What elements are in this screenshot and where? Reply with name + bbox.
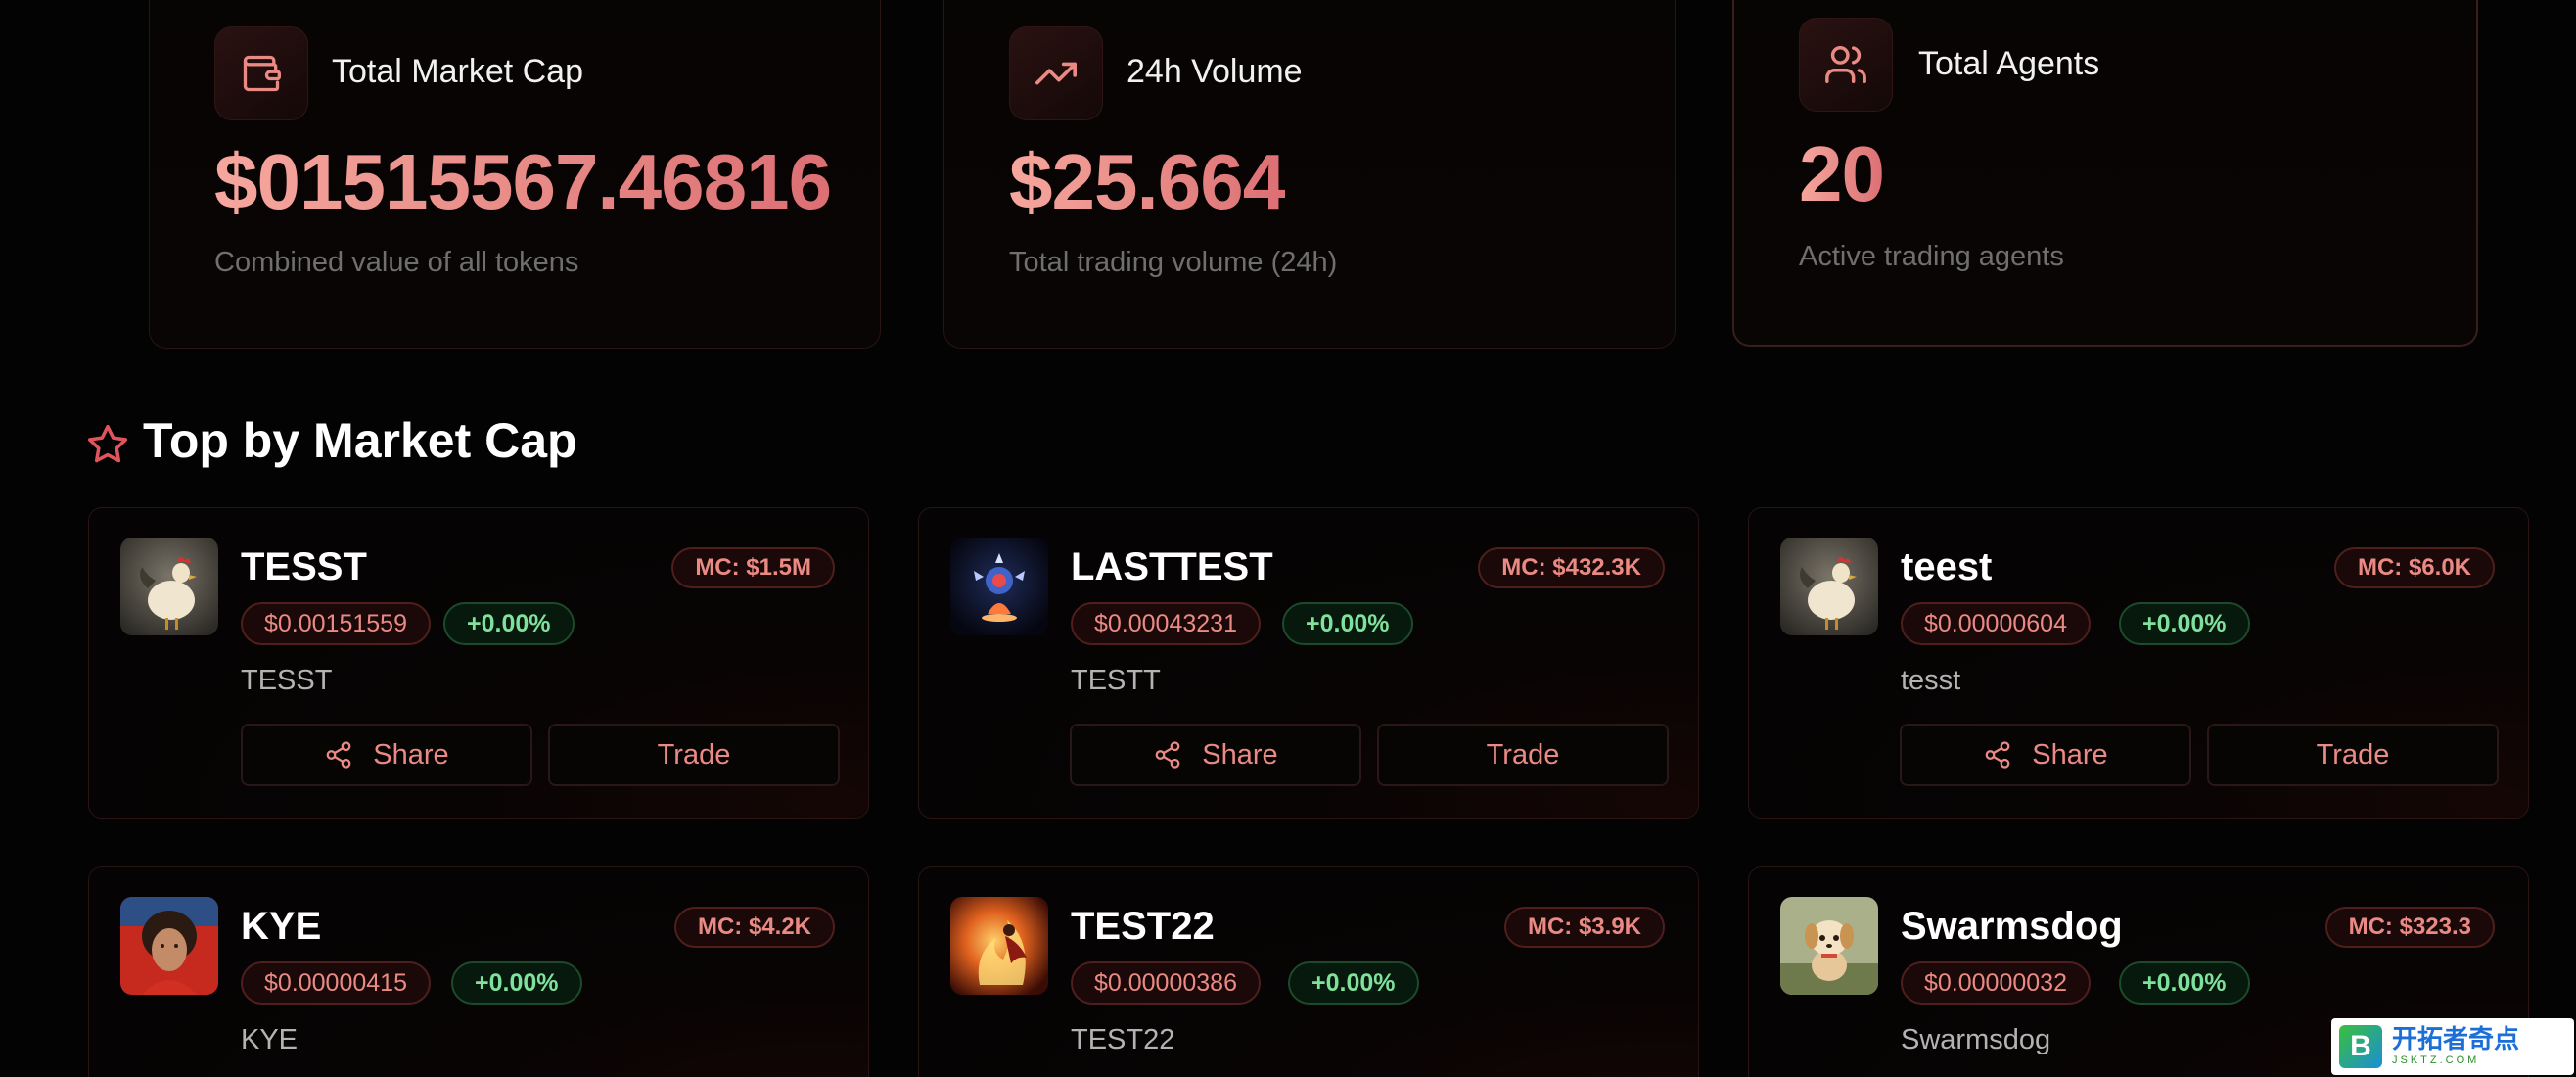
person-avatar <box>120 897 218 995</box>
share-label: Share <box>2032 738 2108 771</box>
token-name: KYE <box>241 905 322 948</box>
trade-label: Trade <box>2316 738 2390 771</box>
share-button[interactable]: Share <box>241 724 532 786</box>
token-name: TESST <box>241 545 367 588</box>
token-card[interactable]: LASTTEST MC: $432.3K $0.00043231 +0.00% … <box>918 507 1699 819</box>
change-badge: +0.00% <box>2119 602 2250 645</box>
users-icon <box>1825 46 1866 83</box>
token-card[interactable]: TEST22 MC: $3.9K $0.00000386 +0.00% TEST… <box>918 866 1699 1077</box>
rooster-avatar <box>1780 538 1878 635</box>
market-cap-badge: MC: $432.3K <box>1478 547 1665 588</box>
change-badge: +0.00% <box>443 602 575 645</box>
stat-card-agents: Total Agents 20 Active trading agents <box>1732 0 2478 347</box>
trade-button[interactable]: Trade <box>2207 724 2499 786</box>
price-badge: $0.00000386 <box>1071 961 1261 1005</box>
token-symbol: TESTT <box>1071 665 1161 696</box>
trade-button[interactable]: Trade <box>1377 724 1669 786</box>
change-badge: +0.00% <box>2119 961 2250 1005</box>
watermark-domain: JSKTZ.COM <box>2392 1054 2480 1066</box>
token-name: LASTTEST <box>1071 545 1273 588</box>
market-cap-badge: MC: $323.3 <box>2324 907 2495 948</box>
change-badge: +0.00% <box>1288 961 1419 1005</box>
token-card[interactable]: teest MC: $6.0K $0.00000604 +0.00% tesst… <box>1748 507 2529 819</box>
watermark-logo: B 开拓者奇点 JSKTZ.COM <box>2331 1018 2574 1075</box>
wallet-icon <box>243 55 281 92</box>
share-label: Share <box>373 738 449 771</box>
token-card[interactable]: TESST MC: $1.5M $0.00151559 +0.00% TESST… <box>88 507 869 819</box>
section-title: Top by Market Cap <box>143 413 577 468</box>
price-badge: $0.00151559 <box>241 602 431 645</box>
stat-subtitle: Active trading agents <box>1799 241 2064 272</box>
fire-avatar <box>950 897 1048 995</box>
trade-label: Trade <box>657 738 731 771</box>
stat-value: $01515567.46816 <box>214 138 832 225</box>
change-badge: +0.00% <box>1282 602 1413 645</box>
share-icon <box>1155 741 1180 769</box>
stat-title: Total Market Cap <box>332 53 583 90</box>
stat-title: 24h Volume <box>1127 53 1303 90</box>
token-symbol: tesst <box>1901 665 1961 696</box>
rooster-avatar <box>120 538 218 635</box>
market-cap-badge: MC: $6.0K <box>2333 547 2495 588</box>
watermark-text: 开拓者奇点 <box>2392 1025 2520 1054</box>
change-badge: +0.00% <box>451 961 582 1005</box>
stat-icon-box <box>1799 18 1893 112</box>
price-badge: $0.00000415 <box>241 961 431 1005</box>
token-symbol: TEST22 <box>1071 1024 1175 1055</box>
stat-icon-box <box>214 26 308 120</box>
stat-value: $25.664 <box>1009 138 1286 225</box>
crystal-avatar <box>950 538 1048 635</box>
trade-button[interactable]: Trade <box>548 724 840 786</box>
stat-title: Total Agents <box>1918 45 2100 82</box>
token-name: teest <box>1901 545 1993 588</box>
share-icon <box>326 741 351 769</box>
stat-card-volume: 24h Volume $25.664 Total trading volume … <box>943 0 1676 349</box>
price-badge: $0.00000032 <box>1901 961 2091 1005</box>
token-symbol: KYE <box>241 1024 299 1055</box>
price-badge: $0.00000604 <box>1901 602 2091 645</box>
star-icon <box>87 424 128 463</box>
token-card[interactable]: KYE MC: $4.2K $0.00000415 +0.00% KYE <box>88 866 869 1077</box>
token-symbol: Swarmsdog <box>1901 1024 2051 1055</box>
share-button[interactable]: Share <box>1900 724 2191 786</box>
token-name: TEST22 <box>1071 905 1215 948</box>
stat-value: 20 <box>1799 130 1885 217</box>
dog-avatar <box>1780 897 1878 995</box>
token-name: Swarmsdog <box>1901 905 2123 948</box>
market-cap-badge: MC: $1.5M <box>671 547 835 588</box>
share-icon <box>1985 741 2010 769</box>
stat-card-market-cap: Total Market Cap $01515567.46816 Combine… <box>149 0 881 349</box>
market-cap-badge: MC: $3.9K <box>1503 907 1665 948</box>
share-button[interactable]: Share <box>1070 724 1361 786</box>
token-symbol: TESST <box>241 665 333 696</box>
market-cap-badge: MC: $4.2K <box>673 907 835 948</box>
trending-up-icon <box>1035 62 1077 85</box>
stat-subtitle: Combined value of all tokens <box>214 247 579 278</box>
stat-subtitle: Total trading volume (24h) <box>1009 247 1338 278</box>
trade-label: Trade <box>1486 738 1560 771</box>
price-badge: $0.00043231 <box>1071 602 1261 645</box>
watermark-mark: B <box>2339 1025 2382 1068</box>
share-label: Share <box>1202 738 1278 771</box>
stat-icon-box <box>1009 26 1103 120</box>
